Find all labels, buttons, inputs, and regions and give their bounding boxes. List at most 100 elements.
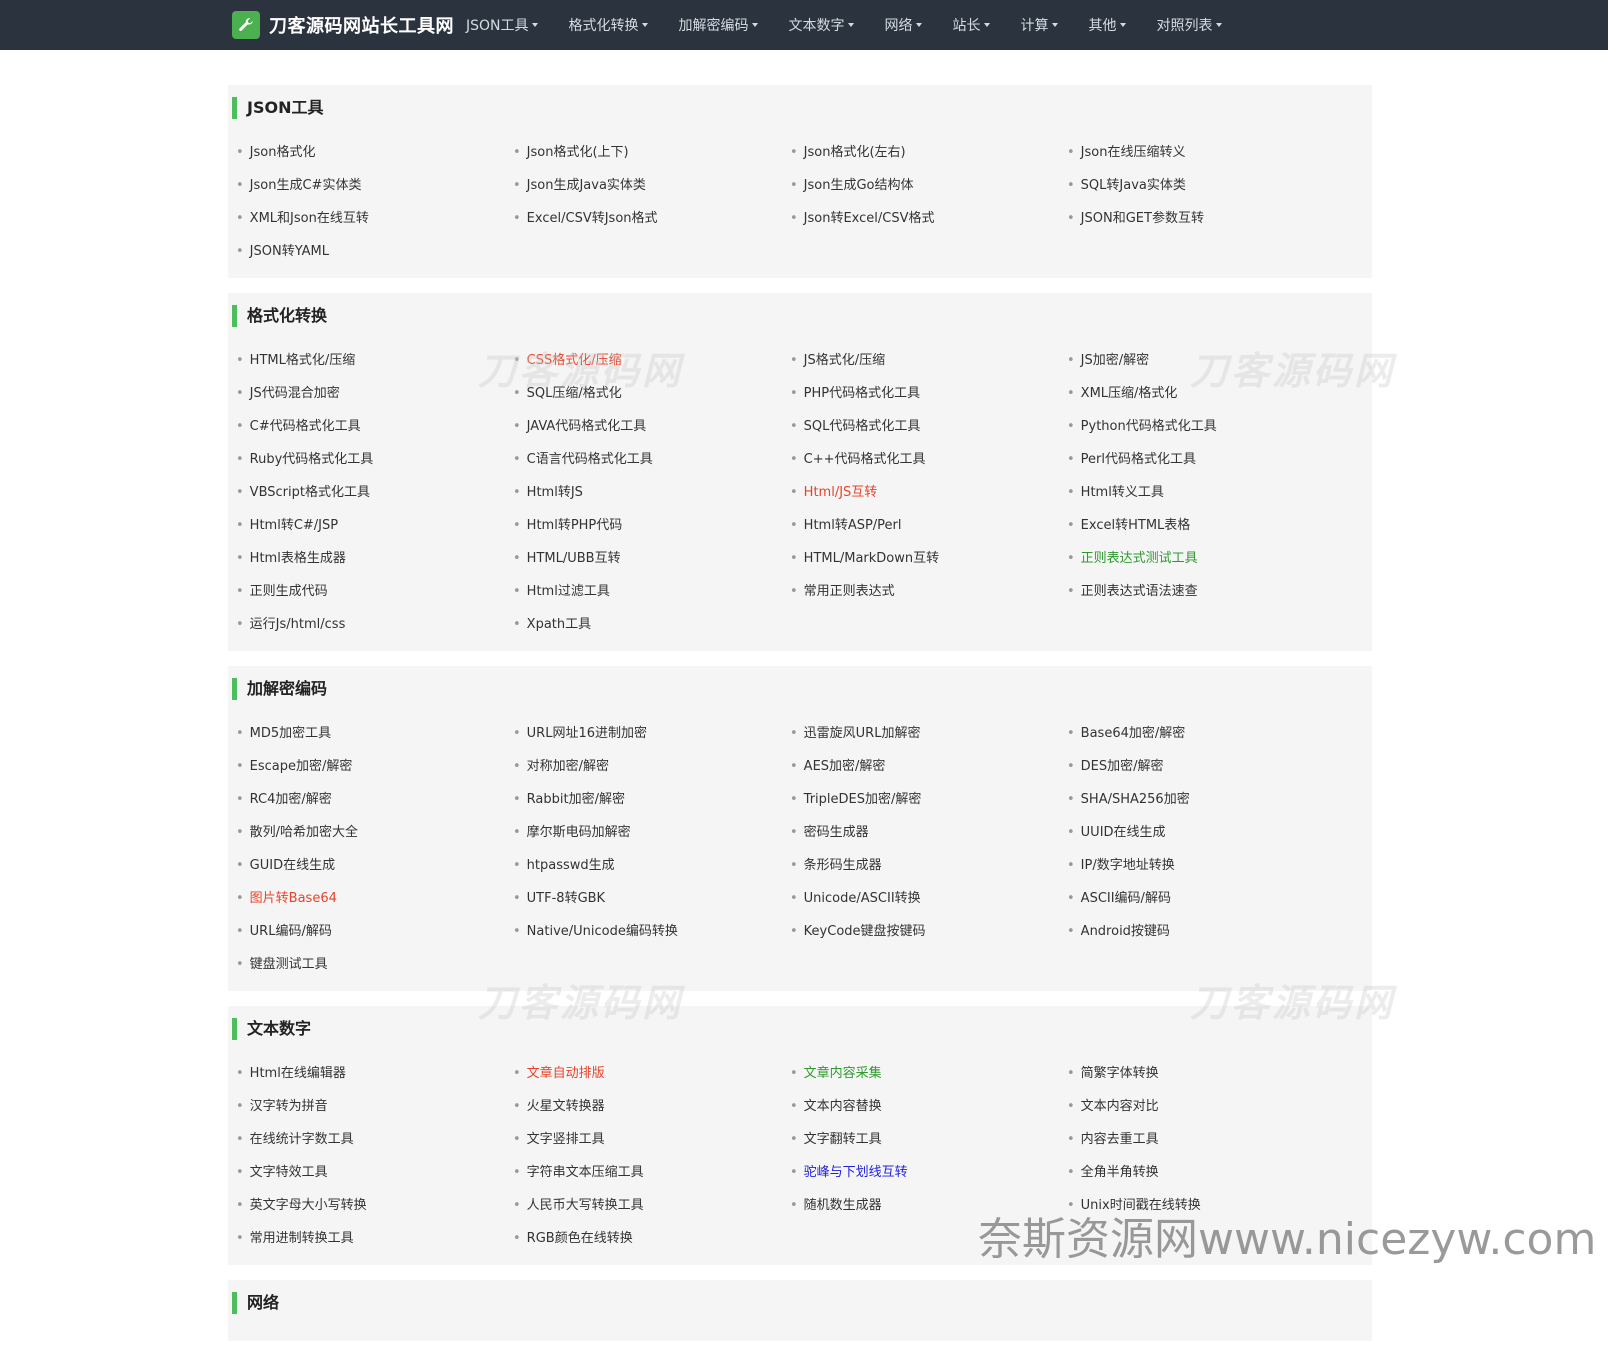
tool-link[interactable]: • 文本内容对比 — [1067, 1090, 1344, 1123]
tool-link[interactable]: • XML和Json在线互转 — [236, 202, 513, 235]
nav-item-8[interactable]: 对照列表 — [1157, 15, 1222, 35]
tool-link[interactable]: • Html过滤工具 — [513, 575, 790, 608]
tool-link[interactable]: • 键盘测试工具 — [236, 948, 513, 981]
tool-link[interactable]: • Html表格生成器 — [236, 542, 513, 575]
tool-link[interactable]: • 人民币大写转换工具 — [513, 1189, 790, 1222]
tool-link[interactable]: • 简繁字体转换 — [1067, 1057, 1344, 1090]
tool-link[interactable]: • 散列/哈希加密大全 — [236, 816, 513, 849]
tool-link[interactable]: • JAVA代码格式化工具 — [513, 410, 790, 443]
tool-link[interactable]: • CSS格式化/压缩 — [513, 344, 790, 377]
tool-link[interactable]: • 文章自动排版 — [513, 1057, 790, 1090]
tool-link[interactable]: • 随机数生成器 — [790, 1189, 1067, 1222]
tool-link[interactable]: • Excel/CSV转Json格式 — [513, 202, 790, 235]
tool-link[interactable]: • Html转JS — [513, 476, 790, 509]
tool-link[interactable]: • JS代码混合加密 — [236, 377, 513, 410]
nav-item-6[interactable]: 计算 — [1021, 15, 1058, 35]
tool-link[interactable]: • 文字特效工具 — [236, 1156, 513, 1189]
tool-link[interactable]: • URL编码/解码 — [236, 915, 513, 948]
tool-link[interactable]: • HTML/UBB互转 — [513, 542, 790, 575]
tool-link[interactable]: • UUID在线生成 — [1067, 816, 1344, 849]
tool-link[interactable]: • Html转ASP/Perl — [790, 509, 1067, 542]
tool-link[interactable]: • TripleDES加密/解密 — [790, 783, 1067, 816]
tool-link[interactable]: • htpasswd生成 — [513, 849, 790, 882]
nav-item-2[interactable]: 加解密编码 — [679, 15, 758, 35]
tool-link[interactable]: • Json格式化(左右) — [790, 136, 1067, 169]
tool-link[interactable]: • Python代码格式化工具 — [1067, 410, 1344, 443]
tool-link[interactable]: • SQL转Java实体类 — [1067, 169, 1344, 202]
tool-link[interactable]: • Xpath工具 — [513, 608, 790, 641]
tool-link[interactable]: • RGB颜色在线转换 — [513, 1222, 790, 1255]
tool-link[interactable]: • 摩尔斯电码加解密 — [513, 816, 790, 849]
nav-item-7[interactable]: 其他 — [1089, 15, 1126, 35]
tool-link[interactable]: • 全角半角转换 — [1067, 1156, 1344, 1189]
tool-link[interactable]: • HTML/MarkDown互转 — [790, 542, 1067, 575]
tool-link[interactable]: • Ruby代码格式化工具 — [236, 443, 513, 476]
nav-item-5[interactable]: 站长 — [953, 15, 990, 35]
tool-link[interactable]: • Android按键码 — [1067, 915, 1344, 948]
tool-link[interactable]: • 字符串文本压缩工具 — [513, 1156, 790, 1189]
tool-link[interactable]: • 在线统计字数工具 — [236, 1123, 513, 1156]
nav-item-3[interactable]: 文本数字 — [789, 15, 854, 35]
tool-link[interactable]: • 正则表达式测试工具 — [1067, 542, 1344, 575]
tool-link[interactable]: • SQL代码格式化工具 — [790, 410, 1067, 443]
tool-link[interactable]: • Html转C#/JSP — [236, 509, 513, 542]
tool-link[interactable]: • 对称加密/解密 — [513, 750, 790, 783]
tool-link[interactable]: • 运行Js/html/css — [236, 608, 513, 641]
tool-link[interactable]: • 汉字转为拼音 — [236, 1090, 513, 1123]
tool-link[interactable]: • 密码生成器 — [790, 816, 1067, 849]
tool-link[interactable]: • Excel转HTML表格 — [1067, 509, 1344, 542]
tool-link[interactable]: • 图片转Base64 — [236, 882, 513, 915]
tool-link[interactable]: • Json生成Go结构体 — [790, 169, 1067, 202]
nav-item-1[interactable]: 格式化转换 — [569, 15, 648, 35]
tool-link[interactable]: • SQL压缩/格式化 — [513, 377, 790, 410]
tool-link[interactable]: • Json生成Java实体类 — [513, 169, 790, 202]
tool-link[interactable]: • 文字翻转工具 — [790, 1123, 1067, 1156]
tool-link[interactable]: • MD5加密工具 — [236, 717, 513, 750]
tool-link[interactable]: • SHA/SHA256加密 — [1067, 783, 1344, 816]
tool-link[interactable]: • AES加密/解密 — [790, 750, 1067, 783]
tool-link[interactable]: • 文字竖排工具 — [513, 1123, 790, 1156]
tool-link[interactable]: • 条形码生成器 — [790, 849, 1067, 882]
tool-link[interactable]: • PHP代码格式化工具 — [790, 377, 1067, 410]
tool-link[interactable]: • Unix时间戳在线转换 — [1067, 1189, 1344, 1222]
tool-link[interactable]: • 迅雷旋风URL加解密 — [790, 717, 1067, 750]
tool-link[interactable]: • Unicode/ASCII转换 — [790, 882, 1067, 915]
tool-link[interactable]: • Html转义工具 — [1067, 476, 1344, 509]
tool-link[interactable]: • 文本内容替换 — [790, 1090, 1067, 1123]
tool-link[interactable]: • Perl代码格式化工具 — [1067, 443, 1344, 476]
tool-link[interactable]: • URL网址16进制加密 — [513, 717, 790, 750]
nav-item-0[interactable]: JSON工具 — [466, 15, 538, 35]
tool-link[interactable]: • Json在线压缩转义 — [1067, 136, 1344, 169]
tool-link[interactable]: • C语言代码格式化工具 — [513, 443, 790, 476]
tool-link[interactable]: • Native/Unicode编码转换 — [513, 915, 790, 948]
tool-link[interactable]: • Base64加密/解密 — [1067, 717, 1344, 750]
tool-link[interactable]: • KeyCode键盘按键码 — [790, 915, 1067, 948]
tool-link[interactable]: • Json格式化 — [236, 136, 513, 169]
tool-link[interactable]: • ASCII编码/解码 — [1067, 882, 1344, 915]
tool-link[interactable]: • Json转Excel/CSV格式 — [790, 202, 1067, 235]
tool-link[interactable]: • JSON转YAML — [236, 235, 513, 268]
tool-link[interactable]: • C++代码格式化工具 — [790, 443, 1067, 476]
tool-link[interactable]: • Json生成C#实体类 — [236, 169, 513, 202]
tool-link[interactable]: • DES加密/解密 — [1067, 750, 1344, 783]
tool-link[interactable]: • UTF-8转GBK — [513, 882, 790, 915]
tool-link[interactable]: • 正则表达式语法速查 — [1067, 575, 1344, 608]
tool-link[interactable]: • 火星文转换器 — [513, 1090, 790, 1123]
tool-link[interactable]: • Json格式化(上下) — [513, 136, 790, 169]
tool-link[interactable]: • VBScript格式化工具 — [236, 476, 513, 509]
tool-link[interactable]: • Escape加密/解密 — [236, 750, 513, 783]
tool-link[interactable]: • C#代码格式化工具 — [236, 410, 513, 443]
tool-link[interactable]: • 常用进制转换工具 — [236, 1222, 513, 1255]
tool-link[interactable]: • Html转PHP代码 — [513, 509, 790, 542]
brand-logo-link[interactable]: 刀客源码网站长工具网 — [232, 11, 454, 39]
tool-link[interactable]: • Rabbit加密/解密 — [513, 783, 790, 816]
tool-link[interactable]: • HTML格式化/压缩 — [236, 344, 513, 377]
tool-link[interactable]: • Html在线编辑器 — [236, 1057, 513, 1090]
nav-item-4[interactable]: 网络 — [885, 15, 922, 35]
tool-link[interactable]: • IP/数字地址转换 — [1067, 849, 1344, 882]
tool-link[interactable]: • GUID在线生成 — [236, 849, 513, 882]
tool-link[interactable]: • 常用正则表达式 — [790, 575, 1067, 608]
tool-link[interactable]: • 驼峰与下划线互转 — [790, 1156, 1067, 1189]
tool-link[interactable]: • JS加密/解密 — [1067, 344, 1344, 377]
tool-link[interactable]: • Html/JS互转 — [790, 476, 1067, 509]
